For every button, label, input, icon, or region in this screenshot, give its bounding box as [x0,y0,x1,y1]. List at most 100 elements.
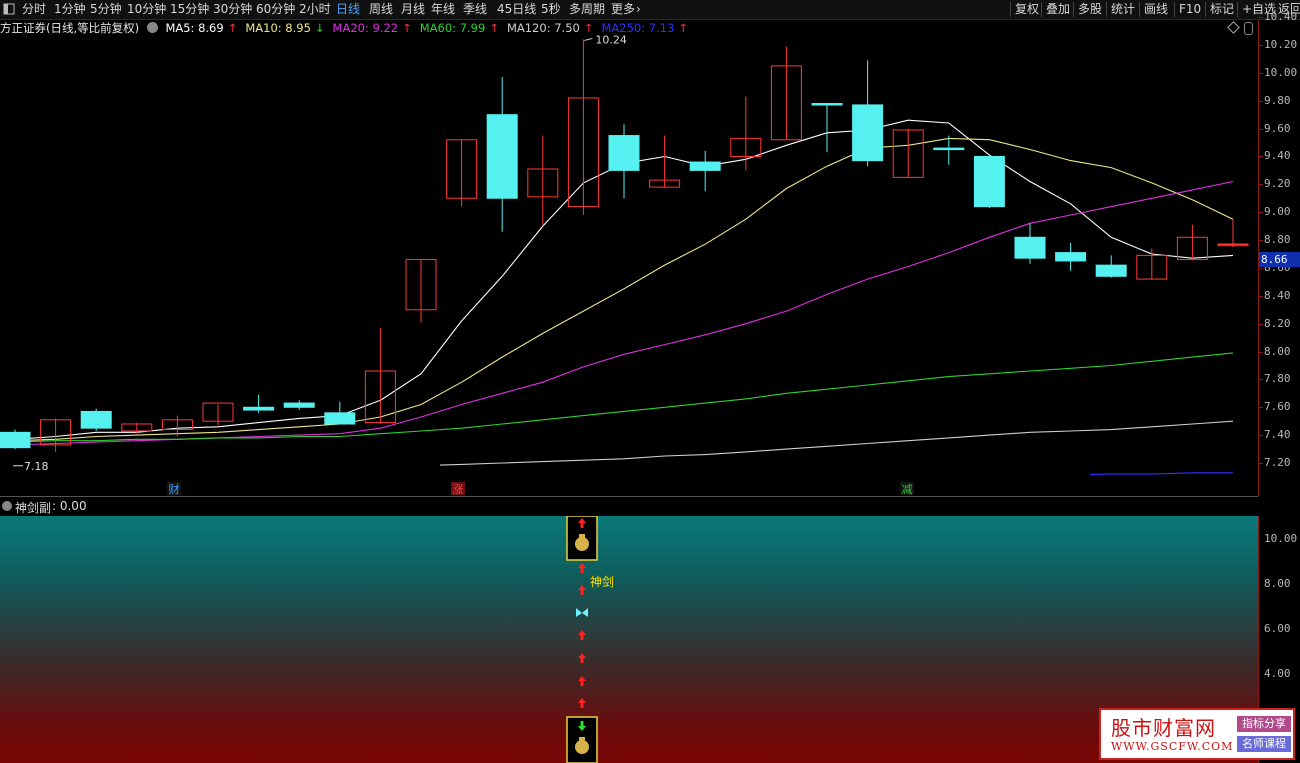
price-tick-label: 7.20 [1264,456,1291,469]
axis-tick [1259,379,1263,381]
axis-tick [1259,267,1263,269]
price-tick-label: 7.80 [1264,372,1291,386]
money-bag-neck [579,737,585,741]
price-tick-label: 9.00 [1264,205,1291,219]
collapse-icon[interactable] [2,501,12,511]
up-arrow-icon [578,653,586,663]
tool-button-0[interactable]: 复权 [1015,0,1039,19]
sub-axis-tick-label: 8.00 [1264,577,1291,590]
sub-axis-tick-label: 4.00 [1264,667,1291,680]
chevron-right-icon[interactable]: › [636,0,641,19]
event-marker-1: 涨 [453,483,464,496]
ma-trend-icon: ↑ [583,21,594,35]
tool-button-5[interactable]: F10 [1179,0,1201,19]
candle-body [811,103,843,106]
tab-period-12[interactable]: 季线 [463,0,487,19]
tool-button-6[interactable]: 标记 [1210,0,1234,19]
tab-period-13[interactable]: 45日线 [497,0,536,19]
axis-tick [1259,240,1263,242]
event-marker-0: 财 [169,482,180,496]
tab-period-0[interactable]: 分时 [22,0,46,19]
ma-legend-item-1: MA10: 8.95 [245,21,311,35]
axis-tick [1259,17,1263,19]
tab-period-3[interactable]: 10分钟 [127,0,166,19]
low-price-label: 7.18 [24,460,49,473]
axis-tick [1259,295,1263,297]
candle-body [933,147,965,151]
money-bag-icon [575,740,589,754]
tool-button-4[interactable]: 画线 [1144,0,1168,19]
candle-body [1055,252,1087,262]
sub-axis-tick-label: 6.00 [1264,622,1291,635]
axis-tick [1259,407,1263,409]
tool-button-2[interactable]: 多股 [1078,0,1102,19]
tab-period-1[interactable]: 1分钟 [54,0,86,19]
watermark-title: 股市财富网 [1111,716,1216,740]
event-marker-2: 减 [902,483,913,496]
tab-period-9[interactable]: 周线 [369,0,393,19]
price-tick-label: 10.20 [1264,38,1298,51]
money-bag-neck [579,534,585,538]
sub-indicator-value: : 0.00 [52,499,87,513]
tab-period-14[interactable]: 5秒 [541,0,561,19]
ma-trend-icon: ↑ [489,21,499,35]
settings-icon[interactable] [146,22,158,33]
ma-line-ma20 [14,180,1234,446]
up-arrow-icon [578,698,586,708]
tab-period-15[interactable]: 多周期 [569,0,605,19]
ma-legend-item-5: MA250: 7.13 [601,21,675,35]
watermark-tag-share: 指标分享 [1237,716,1291,732]
period-toolbar: 分时 1分钟 5分钟 10分钟 15分钟 30分钟 60分钟 2小时 日线 周线 月线 年线 季线 45日… [0,0,1300,20]
candle-body [283,402,315,408]
sub-indicator-title[interactable]: 神剑副 [15,499,51,516]
candlestick-chart[interactable]: 10.247.18财涨减 [0,20,1258,496]
ma-trend-icon: ↑ [678,21,688,35]
ma-legend-item-3: MA60: 7.99 [419,21,486,35]
tab-period-8[interactable]: 日线 [336,0,360,19]
axis-tick [1259,72,1263,74]
tab-period-7[interactable]: 2小时 [299,0,331,19]
ma-legend-item-0: MA5: 8.69 [165,21,224,35]
tab-period-5[interactable]: 30分钟 [213,0,252,19]
signal-overlay: 神剑 [565,516,614,763]
ma-legend-item-4: MA120: 7.50 [506,21,580,35]
candle-body [243,406,275,411]
tool-button-1[interactable]: 叠加 [1046,0,1070,19]
axis-tick [1259,156,1263,158]
sub-indicator-header: 神剑副 : 0.00 [0,496,1258,517]
price-tick-label: 7.40 [1264,428,1291,442]
candle-body [973,155,1005,208]
tab-period-16[interactable]: 更多 [611,0,635,19]
price-tick-label: 9.60 [1264,121,1291,135]
ma-trend-icon: ↑ [227,21,238,35]
candle-body [0,431,31,449]
up-arrow-icon [578,630,586,640]
tool-button-3[interactable]: 统计 [1111,0,1135,19]
price-tick-label: 8.00 [1264,344,1291,358]
tab-period-11[interactable]: 年线 [431,0,455,19]
ma-line-ma250 [1089,472,1233,475]
tab-period-2[interactable]: 5分钟 [90,0,122,19]
tab-period-10[interactable]: 月线 [401,0,425,19]
money-bag-icon [575,537,589,551]
up-arrow-icon [578,676,586,686]
high-pointer [584,37,593,41]
butterfly-icon [576,608,588,617]
tab-period-4[interactable]: 15分钟 [170,0,209,19]
ma-trend-icon: ↓ [314,21,325,35]
candle-body [1014,236,1046,259]
axis-tick [1259,45,1263,46]
axis-tick [1259,435,1263,437]
candle-body [608,135,640,171]
watermark-logo: 股市财富网 WWW.GSCFW.COM 指标分享 名师课程 [1099,708,1295,760]
price-tick-label: 10.00 [1264,65,1298,79]
axis-tick [1259,184,1263,186]
tab-period-6[interactable]: 60分钟 [256,0,295,19]
candle-body [1095,264,1127,277]
scrollbar-indicator[interactable] [1244,22,1253,35]
panel-toggle-icon[interactable] [3,0,17,19]
candle-body [852,104,884,162]
ma-legend-item-2: MA20: 9.22 [332,21,399,35]
axis-tick [1259,463,1263,464]
price-tick-label: 8.80 [1264,233,1291,247]
